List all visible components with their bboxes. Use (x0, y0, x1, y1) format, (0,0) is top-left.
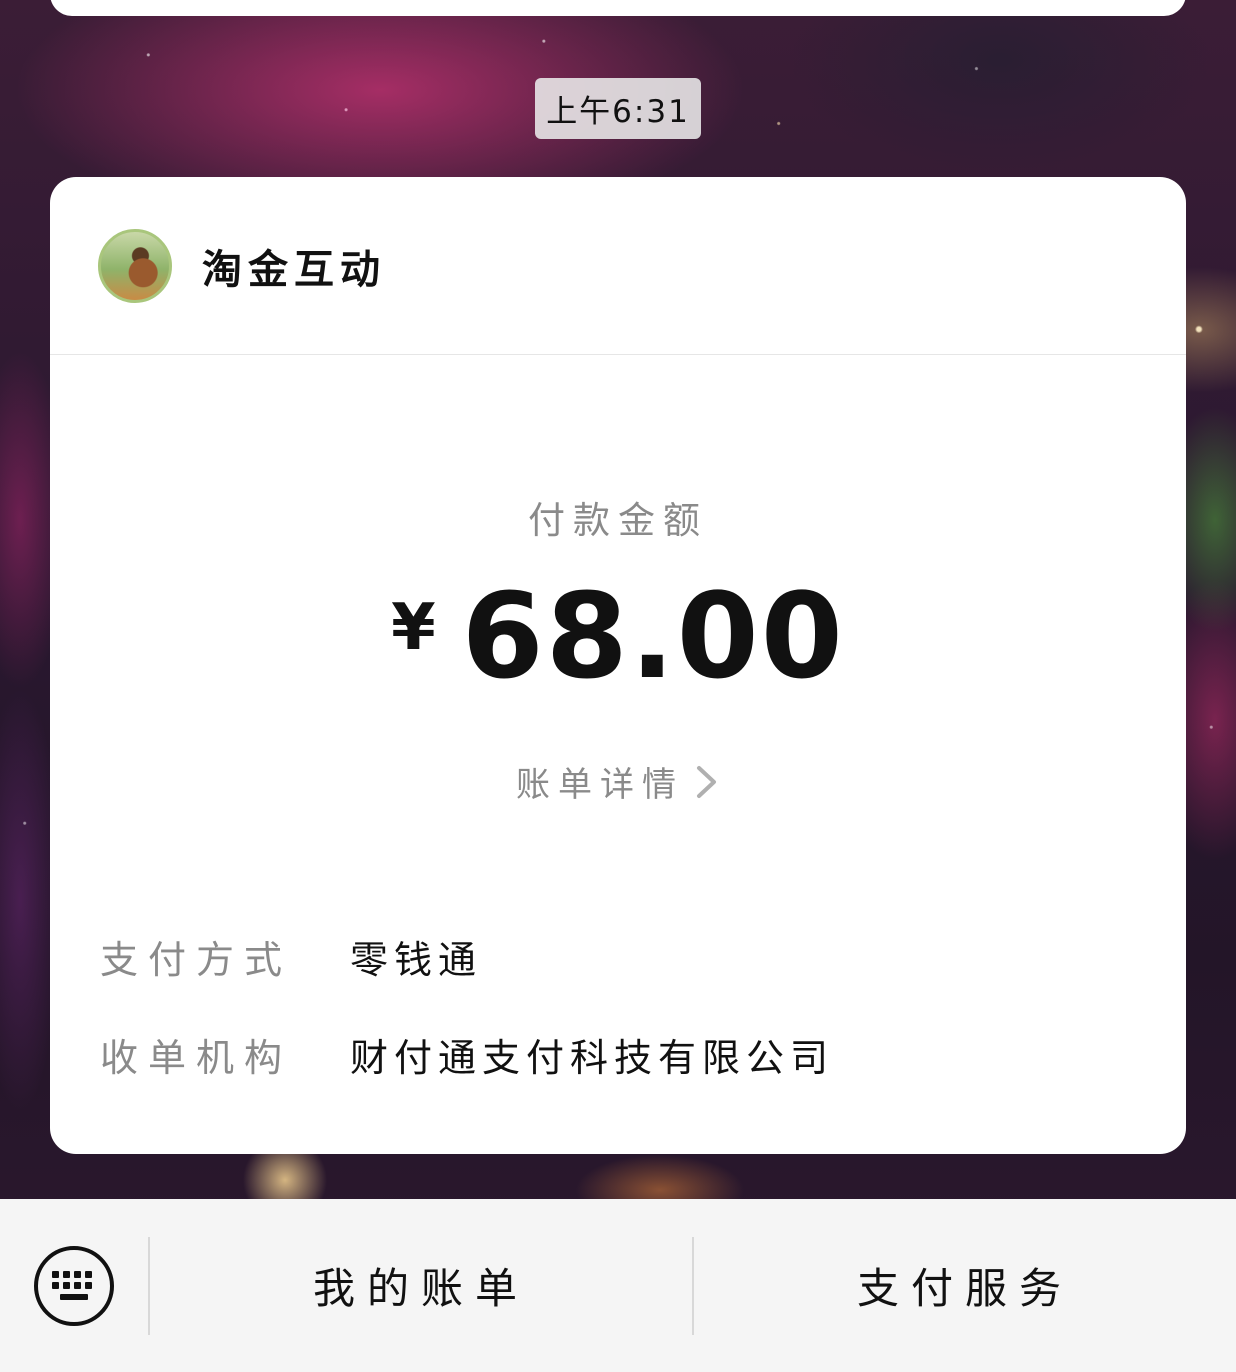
payment-method-row: 支付方式 零钱通 (100, 929, 482, 984)
payment-receipt-card[interactable]: 淘金互动 付款金额 ¥ 68.00 账单详情 支付方式 零钱通 收单机构 财付通… (50, 177, 1186, 1154)
bottom-menu-bar: 我的账单 支付服务 (0, 1199, 1236, 1372)
merchant-avatar[interactable] (98, 228, 172, 303)
payment-amount: ¥ 68.00 (50, 577, 1186, 695)
payment-method-value: 零钱通 (350, 938, 483, 982)
acquirer-row: 收单机构 财付通支付科技有限公司 (100, 1027, 834, 1082)
keyboard-icon (34, 1245, 114, 1326)
message-timestamp: 上午6:31 (535, 78, 701, 139)
acquirer-key: 收单机构 (100, 1036, 293, 1080)
payment-method-key: 支付方式 (100, 938, 293, 982)
receipt-header[interactable]: 淘金互动 (50, 177, 1186, 355)
previous-message-card[interactable] (50, 0, 1186, 16)
my-bills-menu[interactable]: 我的账单 (150, 1199, 692, 1372)
currency-symbol: ¥ (391, 591, 436, 665)
merchant-name: 淘金互动 (202, 246, 386, 293)
chevron-right-icon (697, 765, 716, 798)
bill-details-label: 账单详情 (516, 765, 684, 805)
keyboard-toggle-button[interactable] (0, 1199, 148, 1372)
amount-label: 付款金额 (528, 499, 708, 542)
payment-services-menu[interactable]: 支付服务 (694, 1199, 1236, 1372)
amount-value: 68.00 (461, 567, 845, 705)
acquirer-value: 财付通支付科技有限公司 (350, 1036, 835, 1080)
bill-details-link[interactable]: 账单详情 (50, 757, 1186, 806)
